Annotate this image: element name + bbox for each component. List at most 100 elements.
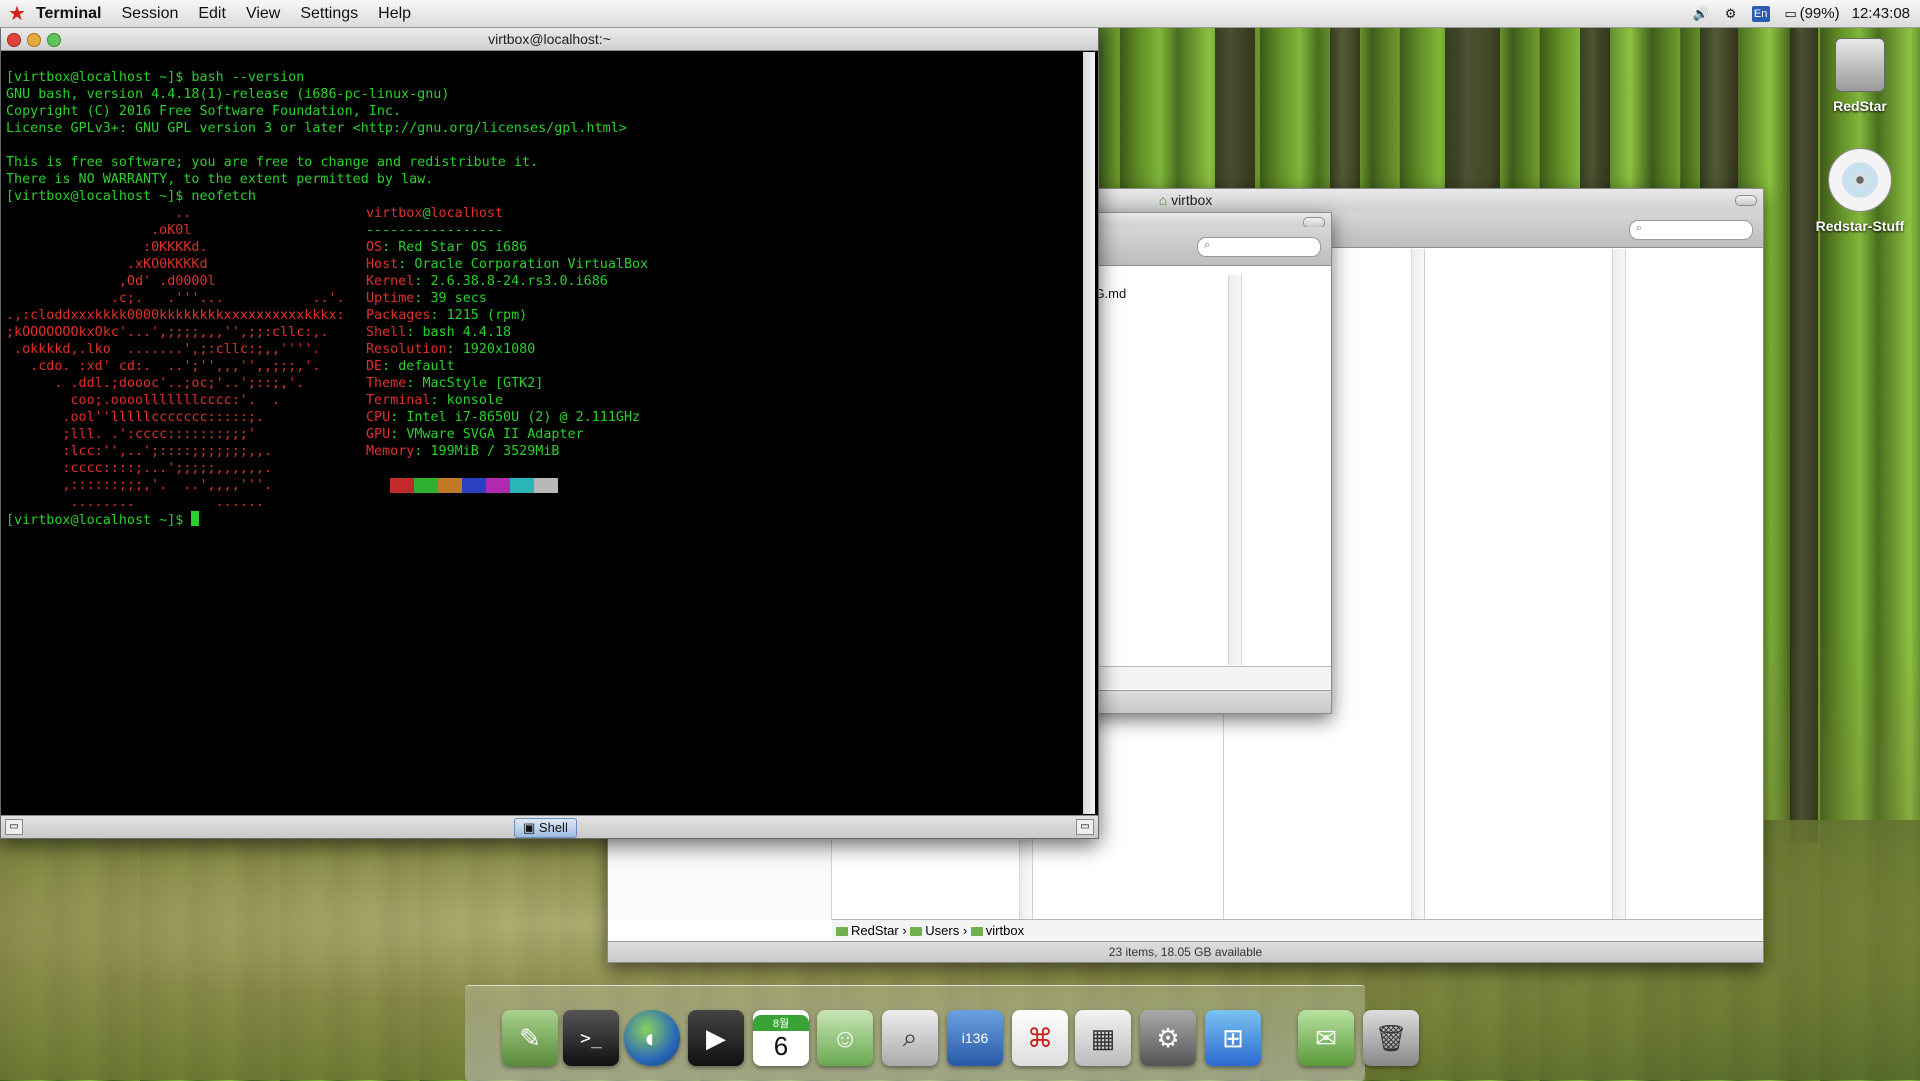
color-swatch [510, 477, 534, 493]
terminal-titlebar[interactable]: virtbox@localhost:~ [1, 28, 1098, 51]
input-language-indicator[interactable]: En [1751, 5, 1770, 22]
menu-view[interactable]: View [246, 5, 280, 23]
info-key: Packages [366, 308, 431, 323]
terminal-tabbar: ▭ ▣ Shell ▭ [1, 815, 1098, 838]
close-button[interactable] [7, 33, 21, 47]
info-key: Kernel [366, 274, 415, 289]
search-field[interactable]: ⌕ [1629, 220, 1753, 240]
info-row: Packages: 1215 (rpm) [366, 307, 648, 324]
column-scrollbar[interactable] [1228, 275, 1241, 665]
info-row: Host: Oracle Corporation VirtualBox [366, 256, 648, 273]
column-scrollbar[interactable] [1411, 249, 1424, 920]
home-folder-icon: ⌂ [1158, 192, 1168, 208]
tree-trunk [1790, 22, 1818, 842]
info-value: bash 4.4.18 [422, 325, 512, 340]
search-icon[interactable]: ⌕ [882, 1010, 938, 1066]
redstar-menu-icon[interactable]: ★ [8, 1, 26, 26]
menubar: ★ Terminal Session Edit View Settings He… [0, 0, 1920, 28]
logo-line: .xKO0KKKKd [6, 257, 208, 272]
windows-compat-icon[interactable]: ⊞ [1205, 1010, 1261, 1066]
drive-icon [836, 927, 848, 936]
zoom-button[interactable] [47, 33, 61, 47]
desktop-icon-label: RedStar [1833, 98, 1887, 114]
color-swatch [462, 477, 486, 493]
reader-icon[interactable]: ✎ [502, 1010, 558, 1066]
search-icon: ⌕ [1204, 239, 1211, 251]
desktop-icon-redstar[interactable]: RedStar [1805, 38, 1915, 114]
info-key: Shell [366, 325, 407, 340]
network-icon[interactable]: ⚙ [1722, 6, 1740, 22]
info-key: Resolution [366, 342, 447, 357]
info-value: 2.6.38.8-24.rs3.0.i686 [430, 274, 608, 289]
terminal-line: [virtbox@localhost ~]$ neofetch [6, 189, 256, 204]
video-player-icon[interactable]: ▶ [688, 1010, 744, 1066]
column-scrollbar[interactable] [1612, 249, 1625, 920]
desktop-icon-redstar-stuff[interactable]: Redstar-Stuff [1805, 148, 1915, 234]
terminal-line: Copyright (C) 2016 Free Software Foundat… [6, 104, 402, 119]
info-key: DE [366, 359, 383, 374]
terminal-scrollbar[interactable] [1083, 52, 1095, 814]
pdf-icon[interactable]: ⌘ [1012, 1010, 1068, 1066]
search-field[interactable]: ⌕ [1197, 237, 1321, 257]
calendar-icon[interactable]: 8월 6 [753, 1010, 809, 1066]
menu-edit[interactable]: Edit [198, 5, 226, 23]
battery-icon: ▭ [1784, 6, 1797, 21]
path-item[interactable]: Users [910, 923, 959, 938]
trash-icon[interactable]: 🗑 [1363, 1010, 1419, 1066]
command-output: [virtbox@localhost ~]$ bash --version GNU… [6, 69, 1080, 205]
folder-icon [910, 927, 923, 936]
menu-app-name[interactable]: Terminal [36, 5, 102, 23]
menu-session[interactable]: Session [121, 5, 178, 23]
path-item[interactable]: RedStar [836, 923, 899, 938]
info-colon: : [414, 274, 431, 289]
logo-line: coo;.oooolllllllcccc:'. . [6, 393, 281, 408]
calculator-icon[interactable]: ▦ [1075, 1010, 1131, 1066]
cd-disc-icon [1828, 148, 1892, 212]
color-swatch [390, 477, 414, 493]
address-book-icon[interactable]: ☺ [817, 1010, 873, 1066]
info-value: 1920x1080 [462, 342, 536, 357]
info-row: OS: Red Star OS i686 [366, 239, 648, 256]
column-4[interactable] [1425, 249, 1626, 920]
browser-globe-icon[interactable]: ◐ [624, 1010, 680, 1066]
info-value: Oracle Corporation VirtualBox [414, 257, 649, 272]
close-tab-icon[interactable]: ▭ [1076, 819, 1094, 835]
logo-line: ;kOOOOOOOkxOkc'...',;;;;,,,'',;;:cllc:,. [6, 325, 329, 340]
tab-shell[interactable]: ▣ Shell [514, 818, 577, 838]
new-tab-icon[interactable]: ▭ [5, 819, 23, 835]
menu-settings[interactable]: Settings [300, 5, 358, 23]
info-colon: : [414, 444, 431, 459]
info-key: Terminal [366, 393, 431, 408]
clock[interactable]: 12:43:08 [1852, 5, 1910, 22]
calendar-day: 6 [773, 1030, 789, 1061]
toolbar-toggle-button[interactable] [1735, 195, 1757, 206]
info-colon: : [430, 393, 447, 408]
office-icon[interactable]: i136 [947, 1010, 1003, 1066]
info-row: Resolution: 1920x1080 [366, 341, 648, 358]
color-swatch [534, 477, 558, 493]
desktop-icon-label: Redstar-Stuff [1815, 218, 1905, 234]
battery-indicator[interactable]: ▭ (99%) [1782, 5, 1839, 22]
info-row: Shell: bash 4.4.18 [366, 324, 648, 341]
info-value: MacStyle [GTK2] [422, 376, 544, 391]
info-colon: : [414, 291, 431, 306]
info-row: Kernel: 2.6.38.8-24.rs3.0.i686 [366, 273, 648, 290]
logo-line: . .ddl.;doooc'..;oc;'..';::;,'. [6, 376, 305, 391]
info-row: GPU: VMware SVGA II Adapter [366, 426, 648, 443]
menu-help[interactable]: Help [378, 5, 411, 23]
info-colon: : [390, 410, 407, 425]
column-5[interactable] [1626, 249, 1761, 920]
logo-line: ........ ...... [6, 495, 264, 510]
logo-line: .oK0l [6, 223, 192, 238]
path-item[interactable]: virtbox [970, 923, 1024, 938]
minimize-button[interactable] [27, 33, 41, 47]
terminal-icon[interactable]: >_ [563, 1010, 619, 1066]
mail-icon[interactable]: ✉ [1298, 1010, 1354, 1066]
terminal-output[interactable]: [virtbox@localhost ~]$ bash --version GNU… [6, 52, 1080, 816]
info-value: 199MiB / 3529MiB [430, 444, 560, 459]
system-preferences-icon[interactable]: ⚙ [1140, 1010, 1196, 1066]
info-row: Memory: 199MiB / 3529MiB [366, 443, 648, 460]
info-row: CPU: Intel i7-8650U (2) @ 2.111GHz [366, 409, 648, 426]
info-rows: OS: Red Star OS i686 Host: Oracle Corpora… [366, 239, 648, 460]
volume-icon[interactable]: 🔊 [1692, 6, 1710, 22]
